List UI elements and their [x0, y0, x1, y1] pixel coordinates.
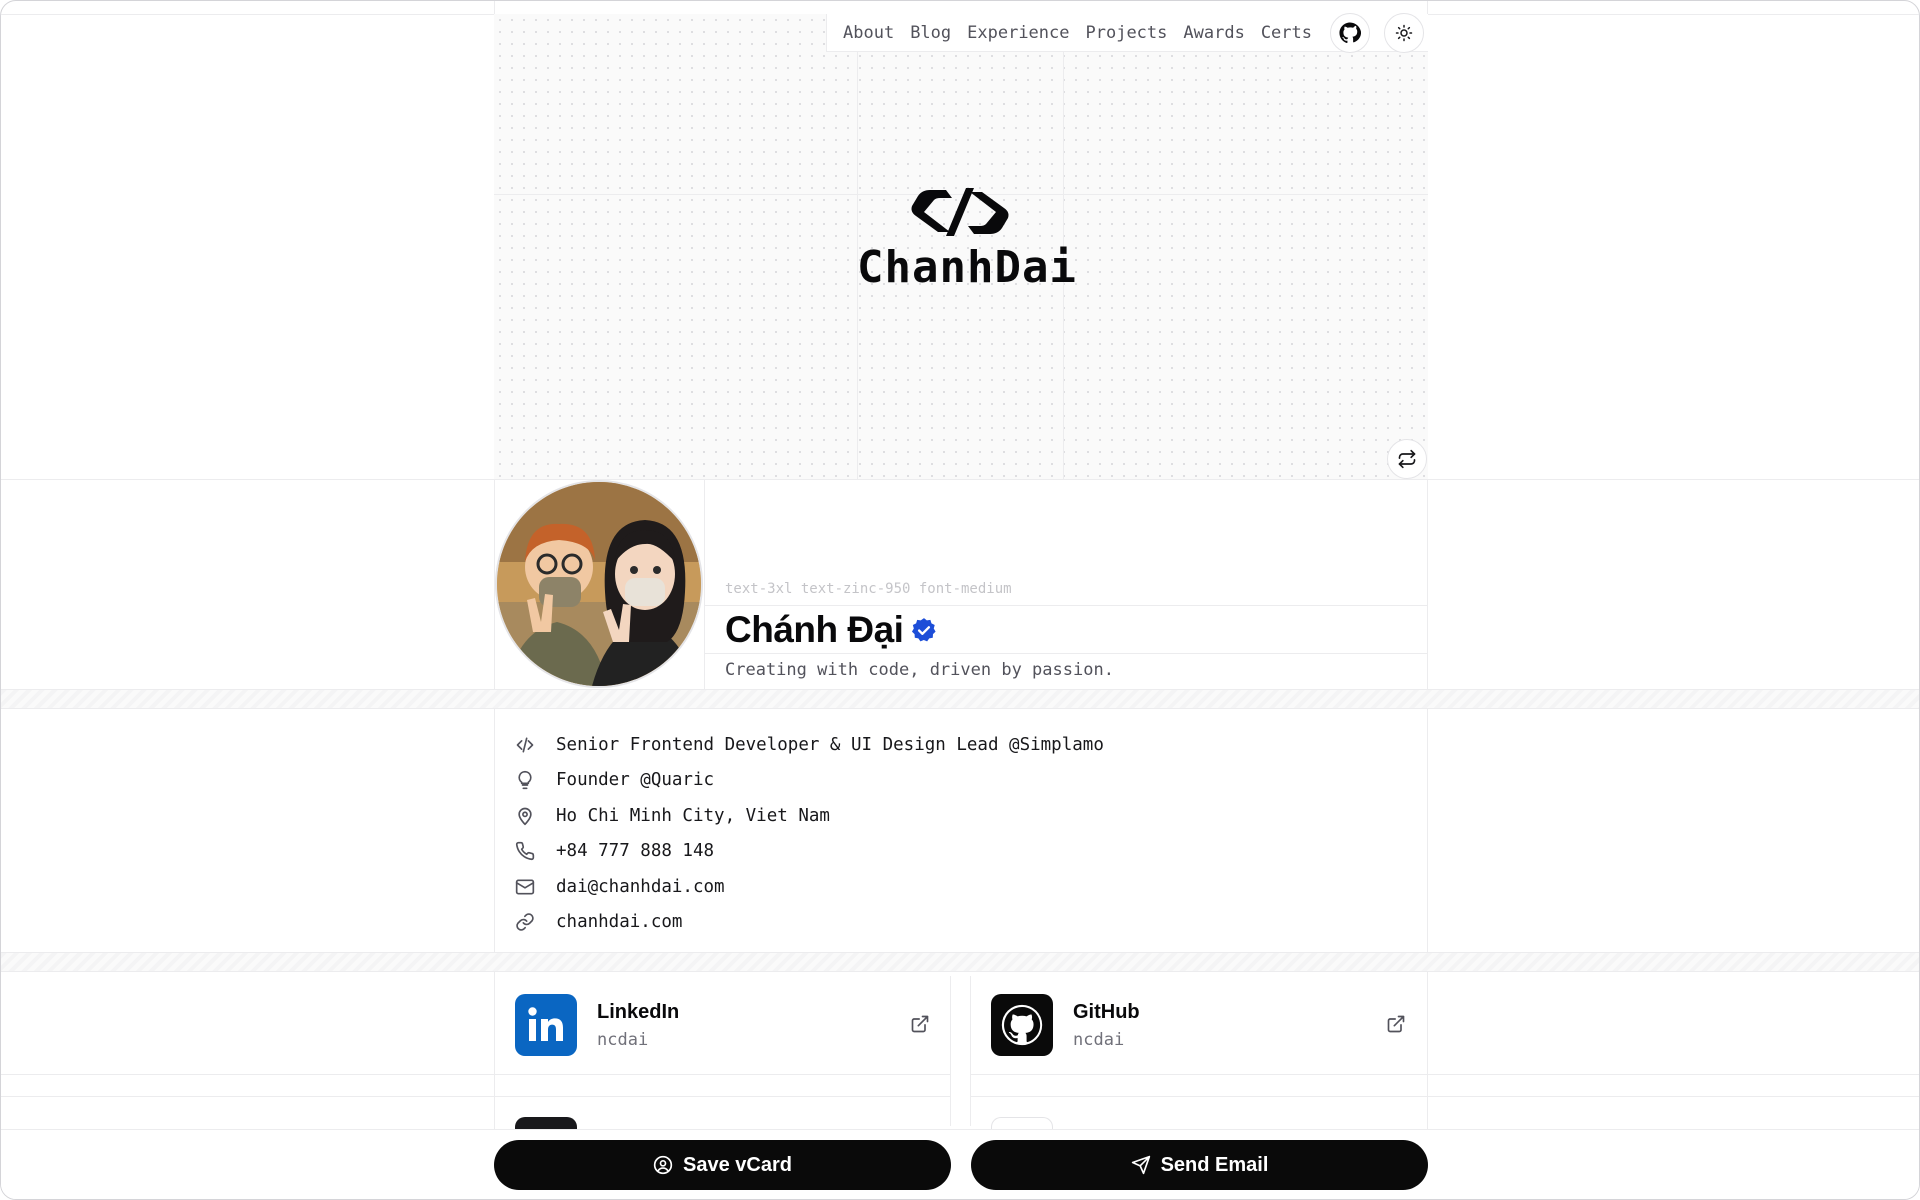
info-item-email[interactable]: dai@chanhdai.com — [515, 869, 1104, 905]
card-title: LinkedIn — [597, 1000, 680, 1023]
site-logo: ChanhDai — [857, 186, 1077, 293]
github-icon — [991, 994, 1053, 1056]
nav-projects[interactable]: Projects — [1082, 23, 1172, 43]
info-text[interactable]: +84 777 888 148 — [556, 841, 714, 861]
grid-line — [1, 479, 1919, 480]
nav-experience[interactable]: Experience — [963, 23, 1073, 43]
info-text[interactable]: dai@chanhdai.com — [556, 877, 725, 897]
nav-awards[interactable]: Awards — [1179, 23, 1248, 43]
profile-name: Chánh Đại — [725, 609, 904, 650]
card-handle: ncdai — [597, 1029, 649, 1050]
theme-toggle-button[interactable] — [1384, 12, 1424, 53]
phone-icon — [515, 841, 535, 861]
social-card-linkedin[interactable]: LinkedIn ncdai — [495, 976, 950, 1074]
card-title: GitHub — [1073, 1000, 1140, 1023]
send-icon — [1131, 1155, 1150, 1175]
profile-info-list: Senior Frontend Developer & UI Design Le… — [515, 727, 1104, 940]
grid-line — [704, 480, 705, 689]
bottom-action-bar — [1, 1129, 1919, 1199]
nav-certs[interactable]: Certs — [1257, 23, 1316, 43]
top-navigation: About Blog Experience Projects Awards Ce… — [826, 12, 1428, 53]
info-text: Senior Frontend Developer & UI Design Le… — [556, 734, 1104, 755]
info-text: Ho Chi Minh City, Viet Nam — [556, 805, 830, 826]
info-item-job: Senior Frontend Developer & UI Design Le… — [515, 727, 1104, 763]
lightbulb-icon — [515, 770, 535, 790]
page-frame: ChanhDai About Blog Experience Projects … — [0, 0, 1920, 1200]
class-hint-text: text-3xl text-zinc-950 font-medium — [725, 581, 1012, 597]
code-icon — [515, 735, 535, 755]
info-item-founder: Founder @Quaric — [515, 763, 1104, 799]
save-vcard-button[interactable]: Save vCard — [494, 1140, 951, 1190]
send-email-button[interactable]: Send Email — [971, 1140, 1428, 1190]
github-icon — [1339, 21, 1361, 43]
section-divider — [1, 689, 1919, 709]
user-circle-icon — [653, 1155, 673, 1175]
info-item-website[interactable]: chanhdai.com — [515, 905, 1104, 941]
avatar-illustration — [497, 482, 701, 686]
social-card-github[interactable]: GitHub ncdai — [971, 976, 1426, 1074]
send-email-label: Send Email — [1160, 1153, 1269, 1176]
save-vcard-label: Save vCard — [683, 1153, 792, 1176]
map-pin-icon — [515, 806, 535, 826]
swap-banner-button[interactable] — [1387, 439, 1427, 479]
code-brackets-logo — [911, 188, 1009, 236]
nav-blog[interactable]: Blog — [906, 23, 955, 43]
nav-about[interactable]: About — [839, 23, 898, 43]
card-handle: ncdai — [1073, 1029, 1125, 1050]
info-item-location: Ho Chi Minh City, Viet Nam — [515, 798, 1104, 834]
info-text[interactable]: chanhdai.com — [556, 912, 682, 932]
mail-icon — [515, 877, 535, 897]
profile-tagline: Creating with code, driven by passion. — [725, 660, 1114, 680]
github-button[interactable] — [1330, 12, 1370, 53]
card-body: LinkedIn ncdai — [597, 1001, 679, 1050]
sun-icon — [1395, 24, 1413, 41]
linkedin-icon — [515, 994, 577, 1056]
avatar — [495, 480, 703, 688]
card-divider — [950, 976, 971, 1126]
info-text: Founder @Quaric — [556, 770, 715, 791]
info-item-phone[interactable]: +84 777 888 148 — [515, 834, 1104, 870]
external-link-icon — [911, 1015, 929, 1033]
verified-badge-icon — [912, 618, 937, 642]
card-body: GitHub ncdai — [1073, 1001, 1140, 1050]
logo-wordmark: ChanhDai — [857, 242, 1077, 293]
profile-name-row: Chánh Đại — [725, 606, 937, 654]
repeat-icon — [1398, 449, 1416, 469]
external-link-icon — [1387, 1015, 1405, 1033]
link-icon — [515, 912, 535, 932]
section-divider — [1, 952, 1919, 972]
